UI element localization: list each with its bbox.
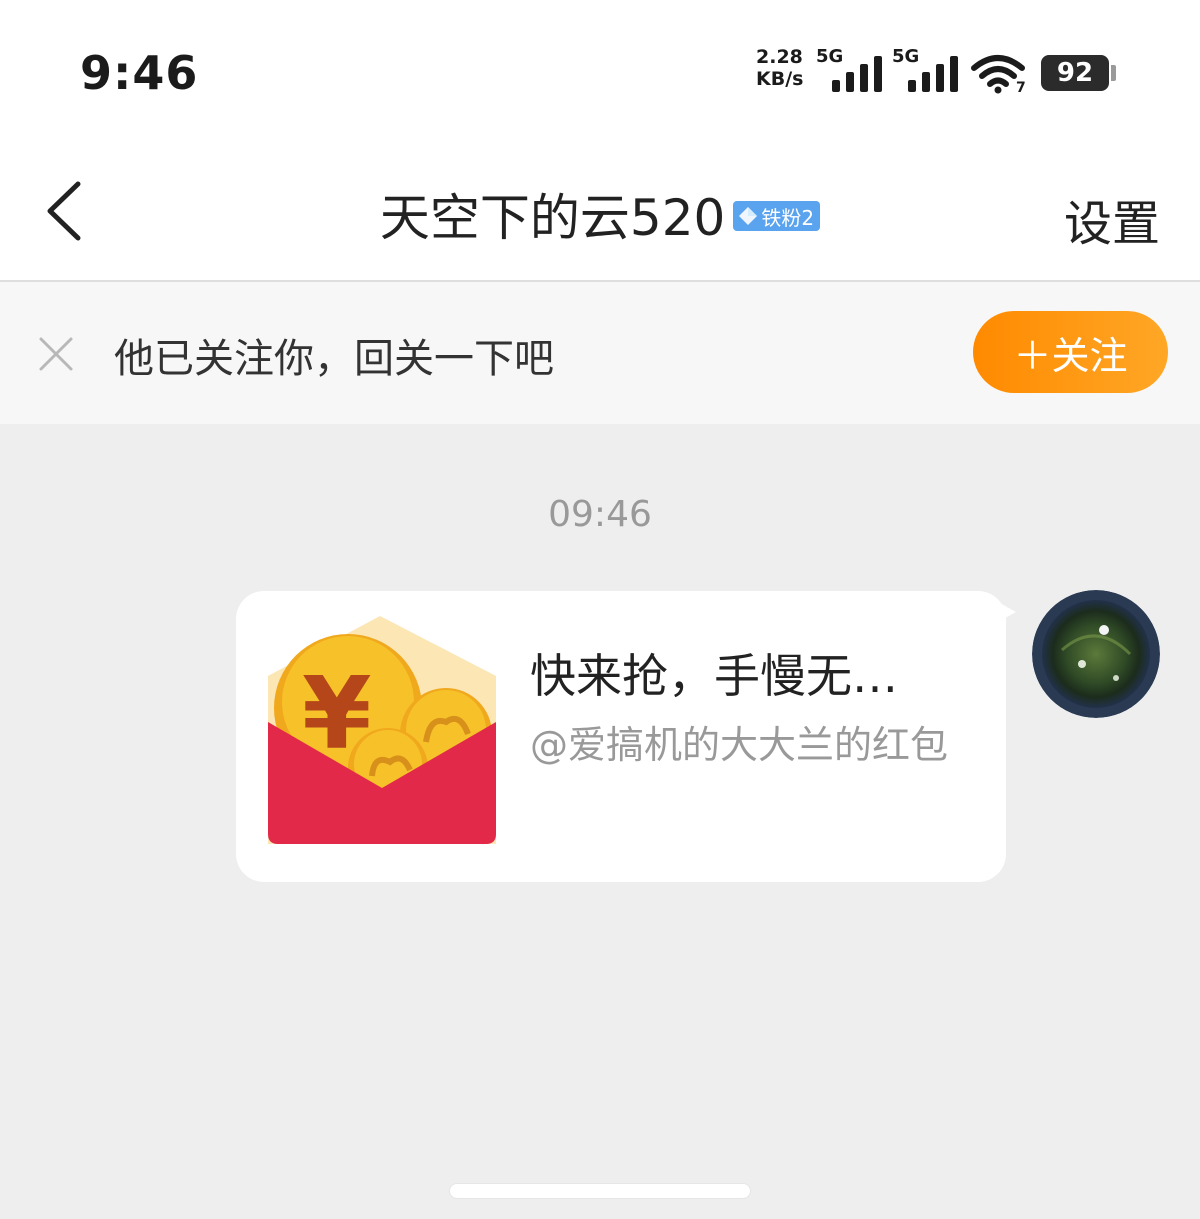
signal-bars-icon <box>908 56 958 92</box>
bubble-tail <box>998 602 1016 622</box>
message-timestamp: 09:46 <box>548 494 652 535</box>
settings-button[interactable]: 设置 <box>1064 184 1160 254</box>
page-title[interactable]: 天空下的云520 <box>380 178 725 250</box>
battery-tip <box>1111 65 1116 81</box>
status-time: 9:46 <box>80 46 199 100</box>
title-area: 天空下的云520 铁粉2 <box>0 178 1200 247</box>
diamond-icon <box>739 207 758 225</box>
close-icon[interactable] <box>38 336 74 372</box>
follow-prompt-text: 他已关注你，回关一下吧 <box>114 336 554 382</box>
wifi-icon: 7 <box>971 55 1026 94</box>
network-rate: 2.28 KB/s <box>756 46 816 90</box>
battery-indicator: 92 <box>1041 55 1109 91</box>
svg-text:7: 7 <box>1016 80 1026 94</box>
chat-header: 天空下的云520 铁粉2 设置 <box>0 140 1200 282</box>
red-envelope-icon: ¥ <box>268 616 496 844</box>
avatar[interactable] <box>1032 590 1160 718</box>
fan-badge-label: 铁粉2 <box>761 205 815 230</box>
signal-bars-icon <box>832 56 882 92</box>
network-rate-value: 2.28 <box>756 46 803 68</box>
status-bar: 9:46 2.28 KB/s 5G 5G 7 92 <box>0 0 1200 140</box>
follow-button[interactable]: ＋关注 <box>973 311 1168 393</box>
red-packet-title: 快来抢，手慢无… <box>530 649 898 703</box>
home-indicator[interactable] <box>450 1184 750 1198</box>
red-packet-subtitle: @爱搞机的大大兰的红包 <box>530 723 949 767</box>
network-rate-unit: KB/s <box>756 68 804 90</box>
fan-badge: 铁粉2 <box>733 201 821 231</box>
